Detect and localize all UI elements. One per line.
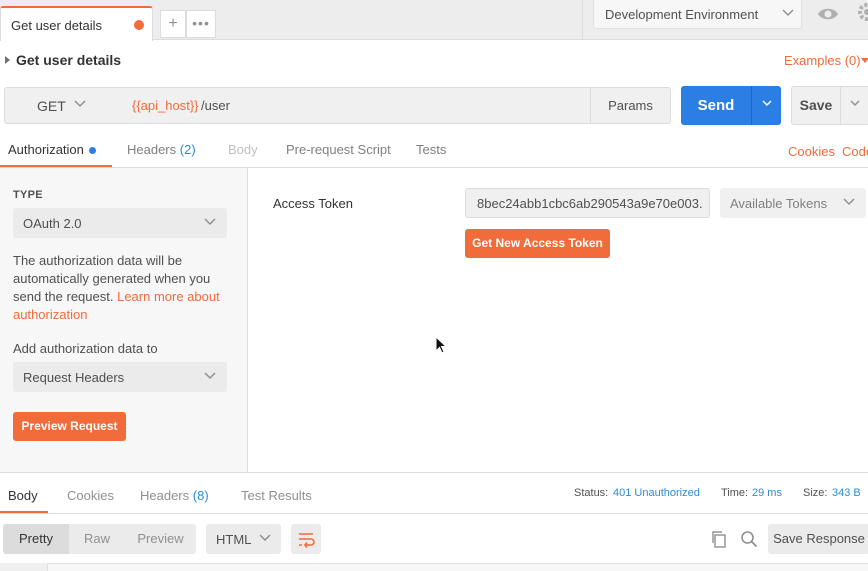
request-tab-active[interactable]: Get user details [0,6,153,41]
get-new-access-token-button[interactable]: Get New Access Token [465,229,610,258]
response-tab-cookies[interactable]: Cookies [67,488,114,503]
status-value[interactable]: 401 Unauthorized [613,487,700,499]
access-token-label: Access Token [273,196,353,211]
response-tab-headers-label: Headers [140,488,190,503]
view-pretty-button[interactable]: Pretty [3,524,69,554]
tab-headers[interactable]: Headers (2) [127,142,196,157]
size-label: Size: [803,487,828,499]
auth-type-value: OAuth 2.0 [23,216,82,231]
url-path: /user [201,98,230,113]
wrap-lines-button[interactable] [291,524,321,554]
chevron-down-icon [203,214,217,231]
send-button[interactable]: Send [681,86,751,125]
send-options-button[interactable] [751,86,781,125]
format-value: HTML [216,532,252,547]
chevron-down-icon [781,5,795,22]
tab-bar: Get user details + ••• Development Envir… [0,0,868,41]
divider [0,472,868,473]
gear-icon[interactable] [855,2,868,22]
examples-dropdown[interactable]: Examples (0) [784,53,861,68]
request-tab-label: Get user details [11,18,103,33]
eye-icon[interactable] [816,4,840,24]
status-label: Status: [574,487,609,499]
chevron-down-icon [73,96,87,113]
url-input[interactable]: {{api_host}} /user [119,87,591,124]
params-button[interactable]: Params [590,87,671,124]
tab-headers-label: Headers [127,142,177,157]
method-label: GET [37,98,66,114]
access-token-value: 8bec24abb1cbc6ab290543a9e70e003... [477,196,702,211]
view-raw-button[interactable]: Raw [69,524,125,554]
cookies-link[interactable]: Cookies [788,144,835,159]
chevron-down-icon [850,100,860,107]
divider [582,0,583,40]
active-indicator-dot-icon [89,147,96,154]
environment-label: Development Environment [605,7,759,22]
unsaved-dot-icon [134,20,144,30]
new-tab-button[interactable]: + [160,10,186,38]
wrap-lines-icon [299,533,315,548]
add-auth-select[interactable]: Request Headers [13,362,227,392]
save-response-button[interactable]: Save Response [768,524,868,554]
add-auth-value: Request Headers [23,370,125,385]
tab-tests[interactable]: Tests [416,142,446,157]
add-auth-label: Add authorization data to [13,341,158,356]
request-title: Get user details [16,52,122,68]
code-link[interactable]: Code [842,144,868,159]
tab-authorization[interactable]: Authorization [8,142,84,157]
response-tab-headers[interactable]: Headers (8) [140,488,209,503]
format-select[interactable]: HTML [206,524,281,554]
time-value[interactable]: 29 ms [752,487,782,499]
url-variable: {{api_host}} [132,98,199,113]
tab-body[interactable]: Body [228,142,258,157]
collapse-caret-icon[interactable] [5,56,10,64]
environment-select[interactable]: Development Environment [593,0,802,29]
view-mode-group: Pretty Raw Preview [3,524,196,554]
caret-down-icon[interactable] [861,58,868,63]
tab-headers-count: (2) [179,142,196,157]
save-button[interactable]: Save [791,86,841,125]
save-options-button[interactable] [840,86,868,125]
response-tab-test-results[interactable]: Test Results [241,488,312,503]
response-tab-body[interactable]: Body [8,488,38,503]
available-tokens-label: Available Tokens [730,196,828,211]
available-tokens-select[interactable]: Available Tokens [720,188,866,218]
view-preview-button[interactable]: Preview [125,524,196,554]
tab-more-button[interactable]: ••• [186,10,216,38]
response-tab-headers-count: (8) [192,488,209,503]
chevron-down-icon [761,100,772,107]
time-label: Time: [721,487,749,499]
auth-type-select[interactable]: OAuth 2.0 [13,208,227,238]
tab-prerequest-script[interactable]: Pre-request Script [286,142,391,157]
chevron-down-icon [203,368,217,385]
chevron-down-icon [258,530,272,547]
auth-description: The authorization data will be automatic… [13,252,235,324]
chevron-down-icon [842,194,856,211]
method-select[interactable]: GET [4,87,120,124]
type-label: TYPE [13,189,43,201]
search-icon[interactable] [740,530,758,548]
divider [0,513,868,514]
preview-request-button[interactable]: Preview Request [13,412,126,441]
copy-icon[interactable] [710,530,728,548]
mouse-cursor-icon [435,335,448,355]
size-value[interactable]: 343 B [832,487,861,499]
response-body-editor[interactable] [0,563,868,571]
line-number-gutter [0,563,48,571]
access-token-input[interactable]: 8bec24abb1cbc6ab290543a9e70e003... [465,188,710,218]
